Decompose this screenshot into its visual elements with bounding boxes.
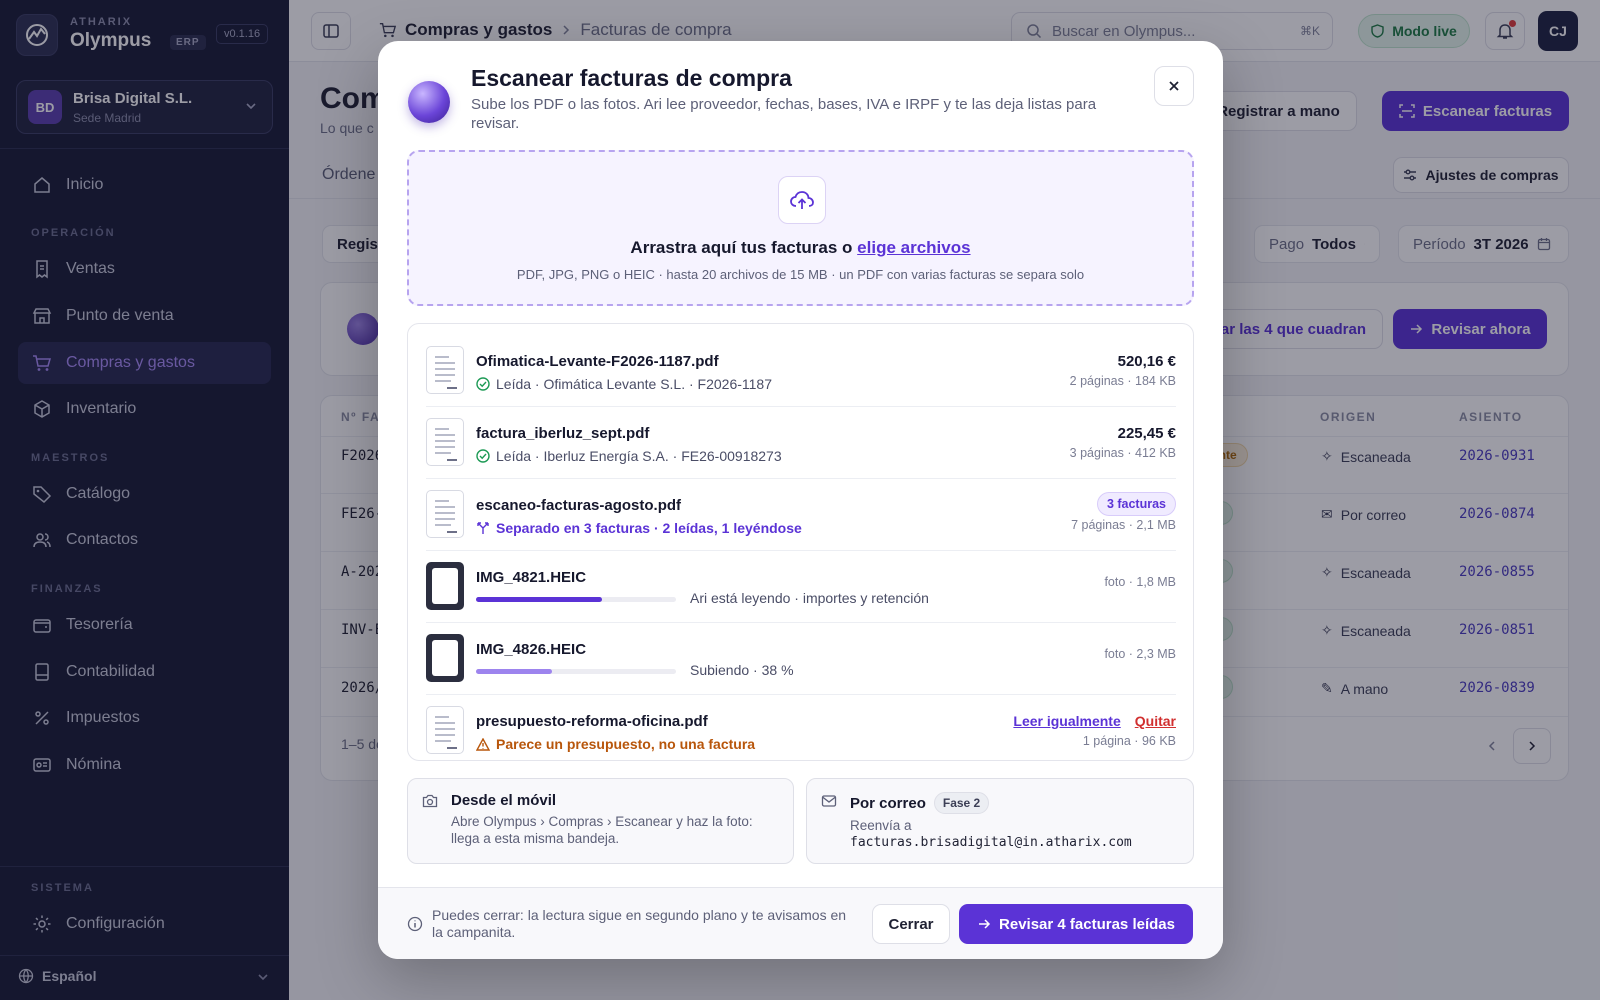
check-circle-icon [476, 449, 490, 463]
file-name: Ofimatica-Levante-F2026-1187.pdf [476, 353, 719, 370]
dropzone-text: Arrastra aquí tus facturas o elige archi… [409, 238, 1192, 258]
file-amount: 225,45 € [1117, 425, 1176, 442]
upload-file-list: Ofimatica-Levante-F2026-1187.pdf Leída ·… [407, 323, 1194, 761]
file-status-text: Ari está leyendo · importes y retención [690, 590, 929, 606]
check-circle-icon [476, 377, 490, 391]
list-item[interactable]: Ofimatica-Levante-F2026-1187.pdf Leída ·… [426, 334, 1176, 406]
file-status: Parece un presupuesto, no una factura [476, 736, 755, 752]
footer-note: Puedes cerrar: la lectura sigue en segun… [432, 907, 847, 940]
file-dropzone[interactable]: Arrastra aquí tus facturas o elige archi… [407, 150, 1194, 306]
remove-file-link[interactable]: Quitar [1135, 713, 1176, 729]
email-card-title-text: Por correo [850, 794, 926, 812]
image-file-icon [426, 562, 464, 610]
file-name: IMG_4826.HEIC [476, 641, 587, 658]
inbound-email-address[interactable]: facturas.brisadigital@in.atharix.com [850, 834, 1132, 851]
email-forward-label: Reenvía a [850, 818, 912, 833]
mobile-card-title: Desde el móvil [451, 792, 556, 809]
close-button[interactable] [1154, 66, 1194, 106]
pdf-document-icon [426, 346, 464, 394]
reading-progress-bar [476, 597, 676, 602]
file-amount: 520,16 € [1117, 353, 1176, 370]
progress-fill [476, 669, 552, 674]
file-status-text: Leída · Iberluz Energía S.A. · FE26-0091… [496, 448, 782, 464]
dropzone-hint: PDF, JPG, PNG o HEIC · hasta 20 archivos… [516, 267, 1085, 282]
file-meta: 2 páginas · 184 KB [1069, 374, 1176, 388]
upload-cloud-icon [778, 176, 826, 224]
file-status-text: Subiendo · 38 % [690, 662, 794, 678]
pdf-document-icon [426, 706, 464, 754]
phase-badge: Fase 2 [933, 792, 990, 814]
scan-invoices-dialog: Escanear facturas de compra Sube los PDF… [378, 41, 1223, 959]
file-meta: 7 páginas · 2,1 MB [1071, 518, 1176, 532]
dialog-title: Escanear facturas de compra [471, 65, 792, 91]
file-name: factura_iberluz_sept.pdf [476, 425, 650, 442]
file-name: presupuesto-reforma-oficina.pdf [476, 713, 708, 730]
dialog-footer: Puedes cerrar: la lectura sigue en segun… [378, 887, 1223, 959]
review-read-invoices-button[interactable]: Revisar 4 facturas leídas [959, 904, 1193, 944]
file-status-text: Parece un presupuesto, no una factura [496, 736, 756, 752]
file-status: Leída · Ofimática Levante S.L. · F2026-1… [476, 376, 772, 392]
email-card-text: Reenvía a facturas.brisadigital@in.athar… [850, 817, 1132, 851]
list-item[interactable]: factura_iberluz_sept.pdf Leída · Iberluz… [426, 406, 1176, 478]
email-card-title: Por correo Fase 2 [850, 792, 990, 814]
pdf-document-icon [426, 418, 464, 466]
file-status-text: Separado en 3 facturas · 2 leídas, 1 ley… [496, 520, 802, 536]
file-meta: foto · 1,8 MB [1104, 575, 1176, 589]
mobile-upload-card: Desde el móvil Abre Olympus › Compras › … [407, 778, 794, 864]
file-status: Separado en 3 facturas · 2 leídas, 1 ley… [476, 520, 802, 536]
list-item[interactable]: escaneo-facturas-agosto.pdf Separado en … [426, 478, 1176, 550]
mail-icon [821, 795, 837, 807]
ari-orb-icon [408, 81, 450, 123]
file-meta: 3 páginas · 412 KB [1069, 446, 1176, 460]
warning-icon [476, 737, 490, 751]
image-file-icon [426, 634, 464, 682]
list-item[interactable]: IMG_4826.HEIC Subiendo · 38 % foto · 2,3… [426, 622, 1176, 694]
split-icon [477, 522, 489, 534]
cancel-button[interactable]: Cerrar [872, 904, 950, 944]
pdf-document-icon [426, 490, 464, 538]
mobile-card-text: Abre Olympus › Compras › Escanear y haz … [451, 814, 753, 846]
upload-progress-bar [476, 669, 676, 674]
email-upload-card: Por correo Fase 2 Reenvía a facturas.bri… [806, 778, 1194, 864]
info-icon [407, 916, 423, 932]
dialog-subtitle: Sube los PDF o las fotos. Ari lee provee… [471, 96, 1097, 132]
file-name: IMG_4821.HEIC [476, 569, 587, 586]
dropzone-instruction: Arrastra aquí tus facturas o [630, 238, 858, 257]
camera-icon [422, 794, 438, 808]
progress-fill [476, 597, 602, 602]
file-status-text: Leída · Ofimática Levante S.L. · F2026-1… [496, 376, 773, 392]
close-icon [1169, 81, 1179, 91]
list-item[interactable]: presupuesto-reforma-oficina.pdf Parece u… [426, 694, 1176, 766]
file-name: escaneo-facturas-agosto.pdf [476, 497, 682, 514]
file-meta: 1 página · 96 KB [1082, 734, 1176, 748]
invoice-count-badge: 3 facturas [1096, 492, 1176, 516]
arrow-right-icon [979, 919, 991, 929]
file-actions: Leer igualmente Quitar [1013, 713, 1176, 729]
file-meta: foto · 2,3 MB [1104, 647, 1176, 661]
mobile-card-title-text: Desde el móvil [451, 792, 557, 809]
choose-files-link[interactable]: elige archivos [857, 238, 970, 257]
review-read-invoices-label: Revisar 4 facturas leídas [999, 915, 1175, 933]
read-anyway-link[interactable]: Leer igualmente [1013, 713, 1120, 729]
list-item[interactable]: IMG_4821.HEIC Ari está leyendo · importe… [426, 550, 1176, 622]
file-status: Leída · Iberluz Energía S.A. · FE26-0091… [476, 448, 782, 464]
